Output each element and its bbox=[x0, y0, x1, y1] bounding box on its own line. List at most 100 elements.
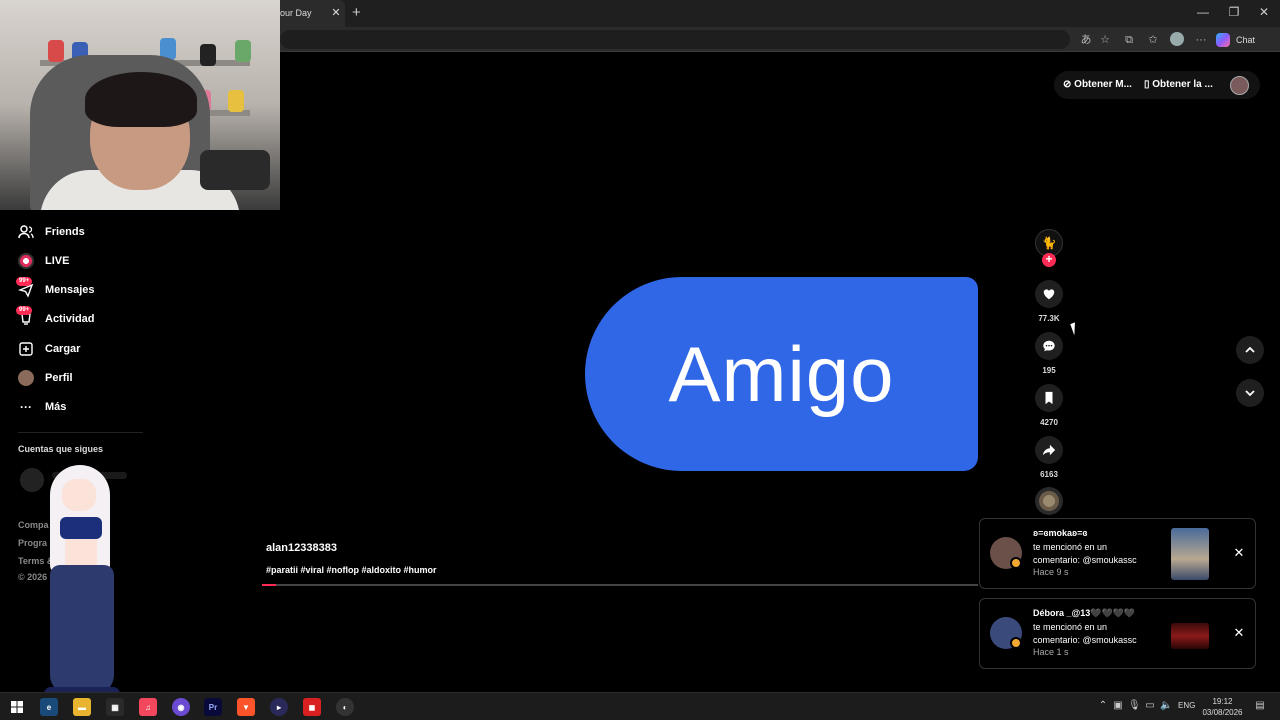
comment-button[interactable] bbox=[1035, 332, 1063, 360]
sidebar-item-messages[interactable]: 99+ Mensajes bbox=[16, 277, 95, 300]
close-icon[interactable]: ✕ bbox=[1232, 545, 1246, 561]
restore-button[interactable]: ❐ bbox=[1226, 5, 1242, 19]
save-count: 4270 bbox=[1040, 418, 1058, 427]
sidebar-item-label: Mensajes bbox=[45, 284, 95, 296]
notification-card[interactable]: Débora _@13🖤🖤🖤🖤 te mencionó en un coment… bbox=[979, 598, 1256, 669]
favorites-icon[interactable]: ✩ bbox=[1146, 33, 1160, 47]
red-app-icon[interactable]: ◼ bbox=[303, 698, 321, 716]
sidebar-item-upload[interactable]: Cargar bbox=[18, 339, 80, 359]
edge-browser-icon[interactable]: e bbox=[40, 698, 58, 716]
next-video-button[interactable] bbox=[1236, 379, 1264, 407]
mouse-cursor-icon bbox=[1070, 320, 1084, 336]
file-explorer-icon[interactable]: ▬ bbox=[73, 698, 91, 716]
activity-icon: 99+ bbox=[16, 306, 34, 327]
get-coins-label: Obtener M... bbox=[1074, 79, 1132, 90]
volume-icon[interactable]: 🔈 bbox=[1160, 700, 1172, 711]
browser-profile-avatar[interactable] bbox=[1170, 32, 1184, 46]
notification-time: Hace 9 s bbox=[1033, 567, 1069, 577]
close-window-button[interactable]: ✕ bbox=[1256, 5, 1272, 19]
language-indicator[interactable]: ENG bbox=[1178, 701, 1195, 710]
chat-label: Chat bbox=[1236, 35, 1256, 45]
get-coins-button[interactable]: ⊘ Obtener M... bbox=[1063, 79, 1132, 90]
share-button[interactable] bbox=[1035, 436, 1063, 464]
brave-browser-icon[interactable]: ▼ bbox=[237, 698, 255, 716]
sidebar-item-label: Friends bbox=[45, 226, 85, 238]
clock[interactable]: 19:12 03/08/2026 bbox=[1200, 696, 1245, 718]
windows-start-icon[interactable] bbox=[8, 698, 26, 716]
music-app-icon[interactable]: ♫ bbox=[139, 698, 157, 716]
live-icon bbox=[18, 253, 34, 269]
media-player-icon[interactable]: ▸ bbox=[270, 698, 288, 716]
get-app-button[interactable]: ▯ Obtener la ... bbox=[1144, 79, 1213, 90]
save-button[interactable] bbox=[1035, 384, 1063, 412]
video-progress-fill bbox=[262, 584, 277, 586]
previous-video-button[interactable] bbox=[1236, 336, 1264, 364]
sidebar-item-friends[interactable]: Friends bbox=[18, 222, 85, 242]
microphone-icon[interactable]: 🎙 bbox=[1128, 700, 1141, 711]
sidebar-divider bbox=[18, 432, 143, 433]
sidebar-item-label: Cargar bbox=[45, 343, 81, 355]
coins-icon: ⊘ bbox=[1063, 79, 1075, 90]
store-icon[interactable]: ▦ bbox=[106, 698, 124, 716]
clock-date: 03/08/2026 bbox=[1202, 708, 1243, 717]
webcam-microphone bbox=[200, 150, 270, 190]
sidebar-item-label: LIVE bbox=[45, 255, 70, 267]
heart-icon bbox=[1043, 289, 1055, 300]
more-icon: ··· bbox=[20, 400, 32, 414]
user-avatar[interactable] bbox=[1230, 76, 1249, 95]
obs-icon[interactable]: ◉ bbox=[172, 698, 190, 716]
follow-button[interactable]: + bbox=[1042, 253, 1056, 267]
notification-text: te mencionó en un comentario: @smoukassc bbox=[1033, 542, 1137, 565]
video-author[interactable]: alan12338383 bbox=[266, 542, 337, 554]
translate-icon[interactable]: あ bbox=[1079, 33, 1093, 47]
clock-time: 19:12 bbox=[1212, 697, 1233, 706]
address-bar[interactable] bbox=[280, 30, 1070, 49]
tray-app-icon[interactable]: ▣ bbox=[1112, 700, 1124, 711]
new-tab-button[interactable]: + bbox=[352, 4, 366, 21]
windows-taskbar: e ▬ ▦ ♫ ◉ Pr ▼ ▸ ◼ ◐ ⌃ ▣ 🎙 ▭ 🔈 ENG 19:12… bbox=[0, 692, 1280, 720]
sidebar-item-live[interactable]: LIVE bbox=[18, 251, 69, 271]
menu-dots-icon[interactable]: ··· bbox=[1194, 33, 1208, 47]
sidebar-item-label: Actividad bbox=[45, 313, 95, 325]
messages-badge: 99+ bbox=[16, 277, 33, 286]
character-top bbox=[60, 517, 102, 539]
premiere-pro-icon[interactable]: Pr bbox=[204, 698, 222, 716]
like-button[interactable] bbox=[1035, 280, 1063, 308]
notification-card[interactable]: ʚ=ɞmokaʚ=ɞ te mencionó en un comentario:… bbox=[979, 518, 1256, 589]
extensions-icon[interactable]: ⧉ bbox=[1122, 33, 1136, 47]
music-disc-icon[interactable] bbox=[1035, 487, 1063, 515]
tab-close-icon[interactable]: ✕ bbox=[330, 6, 342, 20]
steam-icon[interactable]: ◐ bbox=[336, 698, 354, 716]
webcam-figure bbox=[200, 44, 216, 66]
webcam-figure bbox=[228, 90, 244, 112]
profile-icon bbox=[18, 370, 34, 386]
mention-badge-icon bbox=[1010, 557, 1022, 569]
chat-button[interactable]: Chat bbox=[1216, 31, 1255, 49]
tray-overflow-icon[interactable]: ⌃ bbox=[1097, 700, 1109, 711]
share-count: 6163 bbox=[1040, 470, 1058, 479]
sidebar-item-profile[interactable]: Perfil bbox=[18, 368, 73, 388]
notification-thumbnail bbox=[1171, 623, 1209, 649]
chevron-up-icon bbox=[1245, 346, 1255, 353]
star-icon[interactable]: ☆ bbox=[1098, 33, 1112, 47]
notification-text: te mencionó en un comentario: @smoukassc bbox=[1033, 622, 1137, 645]
video-progress-bar[interactable] bbox=[262, 584, 978, 586]
network-icon[interactable]: ▭ bbox=[1144, 700, 1156, 711]
notification-center-icon[interactable]: ▤ bbox=[1254, 700, 1266, 711]
webcam-person-hair bbox=[85, 72, 197, 127]
video-caption-word: Amigo bbox=[668, 329, 895, 418]
bookmark-icon bbox=[1045, 391, 1053, 405]
sidebar-item-more[interactable]: ··· Más bbox=[18, 397, 66, 417]
tab-title: our Day bbox=[280, 8, 312, 18]
minimize-button[interactable]: — bbox=[1195, 5, 1211, 19]
sidebar-item-label: Perfil bbox=[45, 372, 73, 384]
screen: our Day ✕ + — ❐ ✕ あ ☆ ⧉ ✩ ··· Chat ⊘ Obt… bbox=[0, 0, 1280, 720]
sidebar-item-activity[interactable]: 99+ Actividad bbox=[16, 306, 95, 329]
video-player[interactable]: Amigo bbox=[585, 277, 978, 471]
video-hashtags[interactable]: #paratii #viral #noflop #aldoxito #humor bbox=[266, 565, 437, 575]
close-icon[interactable]: ✕ bbox=[1232, 625, 1246, 641]
chevron-down-icon bbox=[1245, 390, 1255, 397]
vtuber-character-overlay bbox=[40, 465, 125, 705]
comment-icon bbox=[1043, 340, 1055, 352]
friends-icon bbox=[18, 224, 34, 240]
